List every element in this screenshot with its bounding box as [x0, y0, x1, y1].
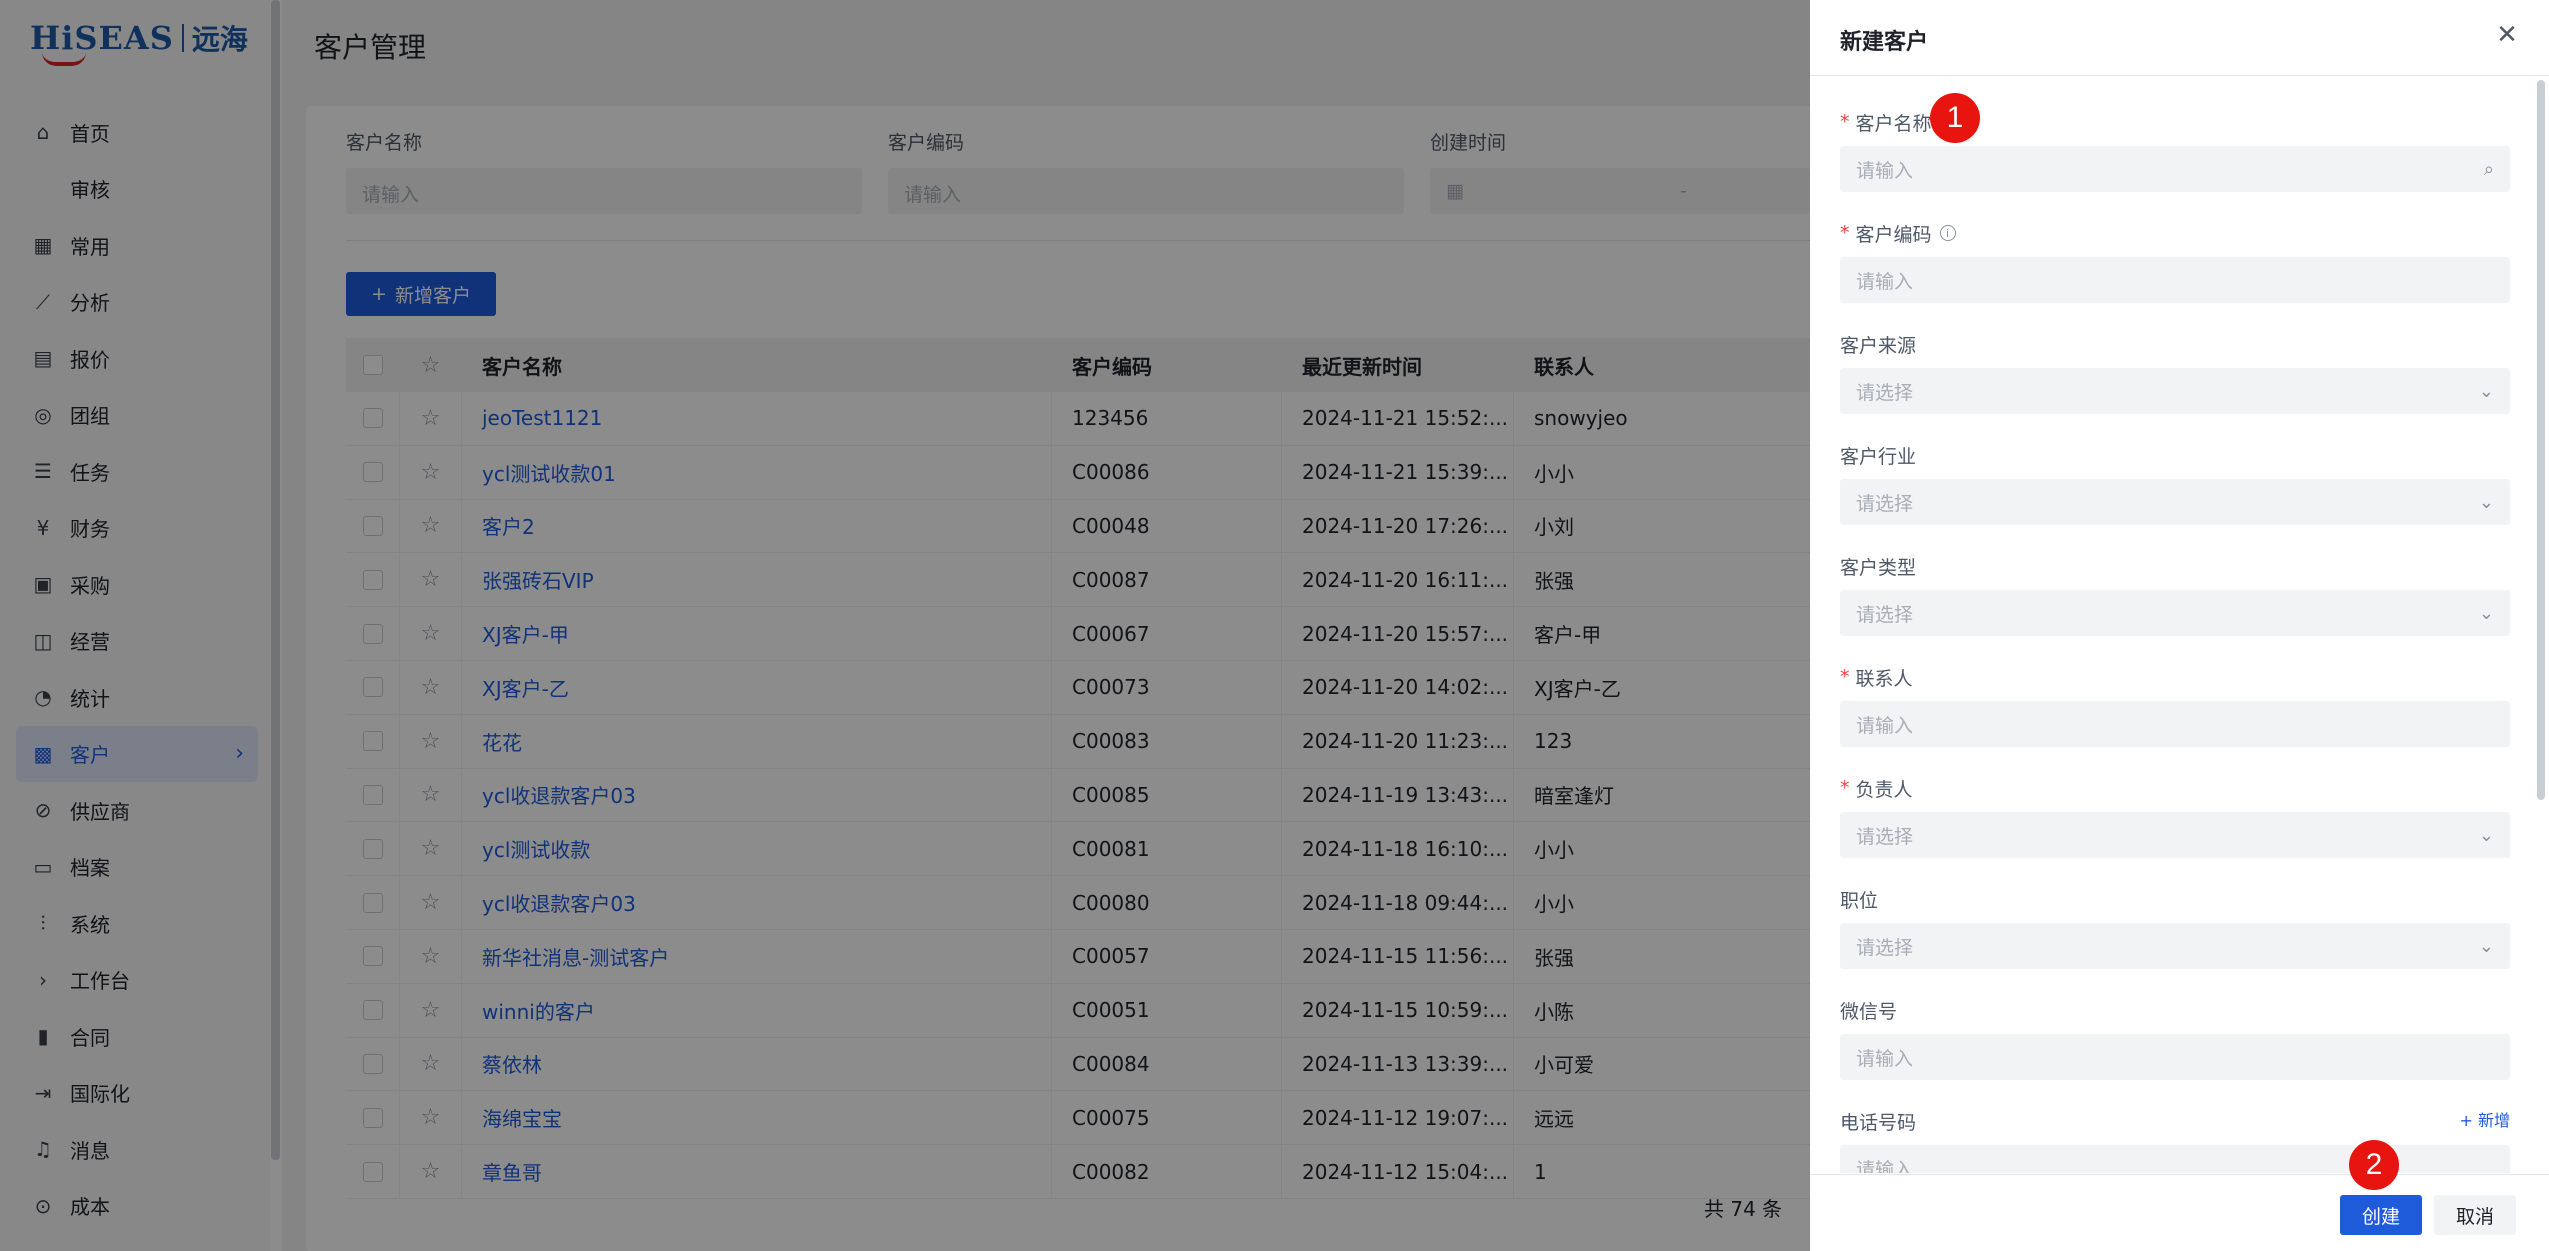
field-9: 电话号码 + 新增请输入	[1840, 1107, 2510, 1173]
field-4: 客户类型请选择 ⌄	[1840, 552, 2510, 636]
search-icon[interactable]: ⌕	[2484, 159, 2494, 180]
field-label: 电话号码	[1840, 1111, 1917, 1134]
field-7: 职位请选择 ⌄	[1840, 885, 2510, 969]
field-label: 客户来源	[1840, 334, 1917, 357]
step-badge-1: 1	[1930, 93, 1980, 143]
field-8: 微信号 请输入	[1840, 996, 2510, 1080]
modal-mask[interactable]	[0, 0, 1810, 1251]
add-phone-button[interactable]: + 新增	[2459, 1107, 2510, 1131]
drawer-title: 新建客户	[1840, 30, 1929, 55]
select-field[interactable]: 请选择 ⌄	[1840, 923, 2510, 969]
field-1: * 客户编码 i 请输入	[1840, 219, 2510, 303]
field-label: 客户类型	[1840, 556, 1917, 579]
field-5: * 联系人请输入	[1840, 663, 2510, 747]
field-label: * 客户编码 i	[1840, 219, 2510, 247]
field-3: 客户行业请选择 ⌄	[1840, 441, 2510, 525]
info-icon[interactable]: i	[1939, 225, 1956, 241]
chevron-down-icon: ⌄	[2478, 491, 2494, 513]
drawer-footer: 创建 取消	[1810, 1174, 2549, 1251]
input-field[interactable]: 请输入	[1840, 701, 2510, 747]
input-field[interactable]: 请输入 ⌕	[1840, 146, 2510, 192]
required-mark: *	[1840, 222, 1850, 244]
step-badge-2: 2	[2349, 1140, 2399, 1190]
select-field[interactable]: 请选择 ⌄	[1840, 590, 2510, 636]
new-customer-drawer: 新建客户 ✕ * 客户名称 请输入 ⌕ * 客户编码 i 请输入 客户来源 请选择 ⌄ 客户行业 请选择…	[1810, 0, 2549, 1251]
select-field[interactable]: 请选择 ⌄	[1840, 368, 2510, 414]
drawer-header: 新建客户 ✕	[1810, 0, 2549, 76]
drawer-scrollbar[interactable]	[2537, 80, 2545, 800]
chevron-down-icon: ⌄	[2478, 935, 2494, 957]
field-label: 职位	[1840, 889, 1879, 912]
field-2: 客户来源请选择 ⌄	[1840, 330, 2510, 414]
field-label: 微信号	[1840, 1000, 1898, 1023]
input-field[interactable]: 请输入	[1840, 1145, 2510, 1173]
cancel-button[interactable]: 取消	[2434, 1195, 2516, 1235]
create-button[interactable]: 创建	[2340, 1195, 2422, 1235]
field-label: * 联系人	[1840, 666, 1913, 690]
chevron-down-icon: ⌄	[2478, 602, 2494, 624]
drawer-body: * 客户名称 请输入 ⌕ * 客户编码 i 请输入 客户来源 请选择 ⌄ 客户行业 请选择 ⌄ 客户类型 请选…	[1810, 77, 2549, 1173]
select-field[interactable]: 请选择 ⌄	[1840, 479, 2510, 525]
required-mark: *	[1840, 666, 1850, 688]
field-6: * 负责人请选择 ⌄	[1840, 774, 2510, 858]
input-field[interactable]: 请输入	[1840, 1034, 2510, 1080]
chevron-down-icon: ⌄	[2478, 824, 2494, 846]
required-mark: *	[1840, 111, 1850, 133]
field-label: * 负责人	[1840, 777, 1913, 801]
input-field[interactable]: 请输入	[1840, 257, 2510, 303]
chevron-down-icon: ⌄	[2478, 380, 2494, 402]
field-label: 客户行业	[1840, 445, 1917, 468]
close-icon[interactable]: ✕	[2492, 20, 2522, 50]
select-field[interactable]: 请选择 ⌄	[1840, 812, 2510, 858]
required-mark: *	[1840, 777, 1850, 799]
